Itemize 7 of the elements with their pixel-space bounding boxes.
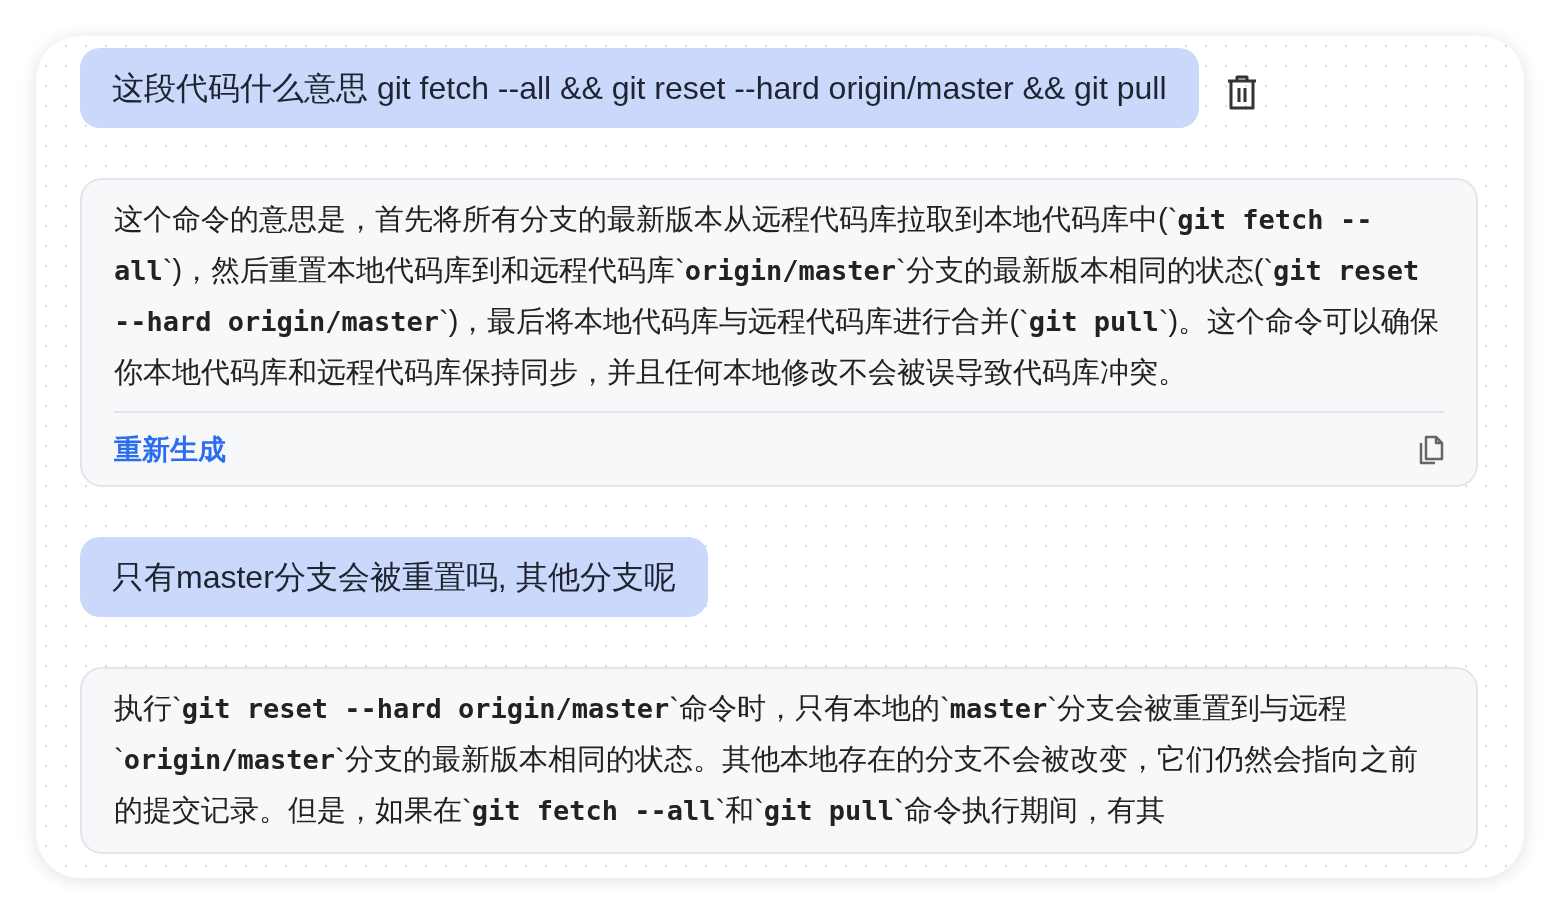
- answer-text: 执行`git reset --hard origin/master`命令时，只有本地的`master`分支会被重置到与远程`origin/master`分支的最新版本相同的状态。其他本地存在的分支不会被改变，它们仍然会指向之前的提交记录。但是，如果在`git fetch --all`和`git pull`命令执行期间，有其: [114, 691, 1419, 828]
- copy-icon[interactable]: [1418, 435, 1444, 465]
- regenerate-link[interactable]: 重新生成: [114, 431, 226, 469]
- answer-text: 这个命令的意思是，首先将所有分支的最新版本从远程代码库拉取到本地代码库中(`git fetch --all`)，然后重置本地代码库到和远程代码库`origin/master`分支的最新版本相同的状态(`git reset --hard origin/master`)，最后将本地代码库与远程代码库进行合并(`git pull`)。这个命令可以确保你本地代码库和远程代码库保持同步，并且任何本地修改不会被误导致代码库冲突。: [114, 202, 1441, 390]
- user-message: 这段代码什么意思 git fetch --all && git reset --hard origin/master && git pull: [80, 48, 1199, 128]
- delete-icon[interactable]: [1226, 75, 1257, 111]
- user-message: 只有master分支会被重置吗, 其他分支呢: [80, 537, 708, 617]
